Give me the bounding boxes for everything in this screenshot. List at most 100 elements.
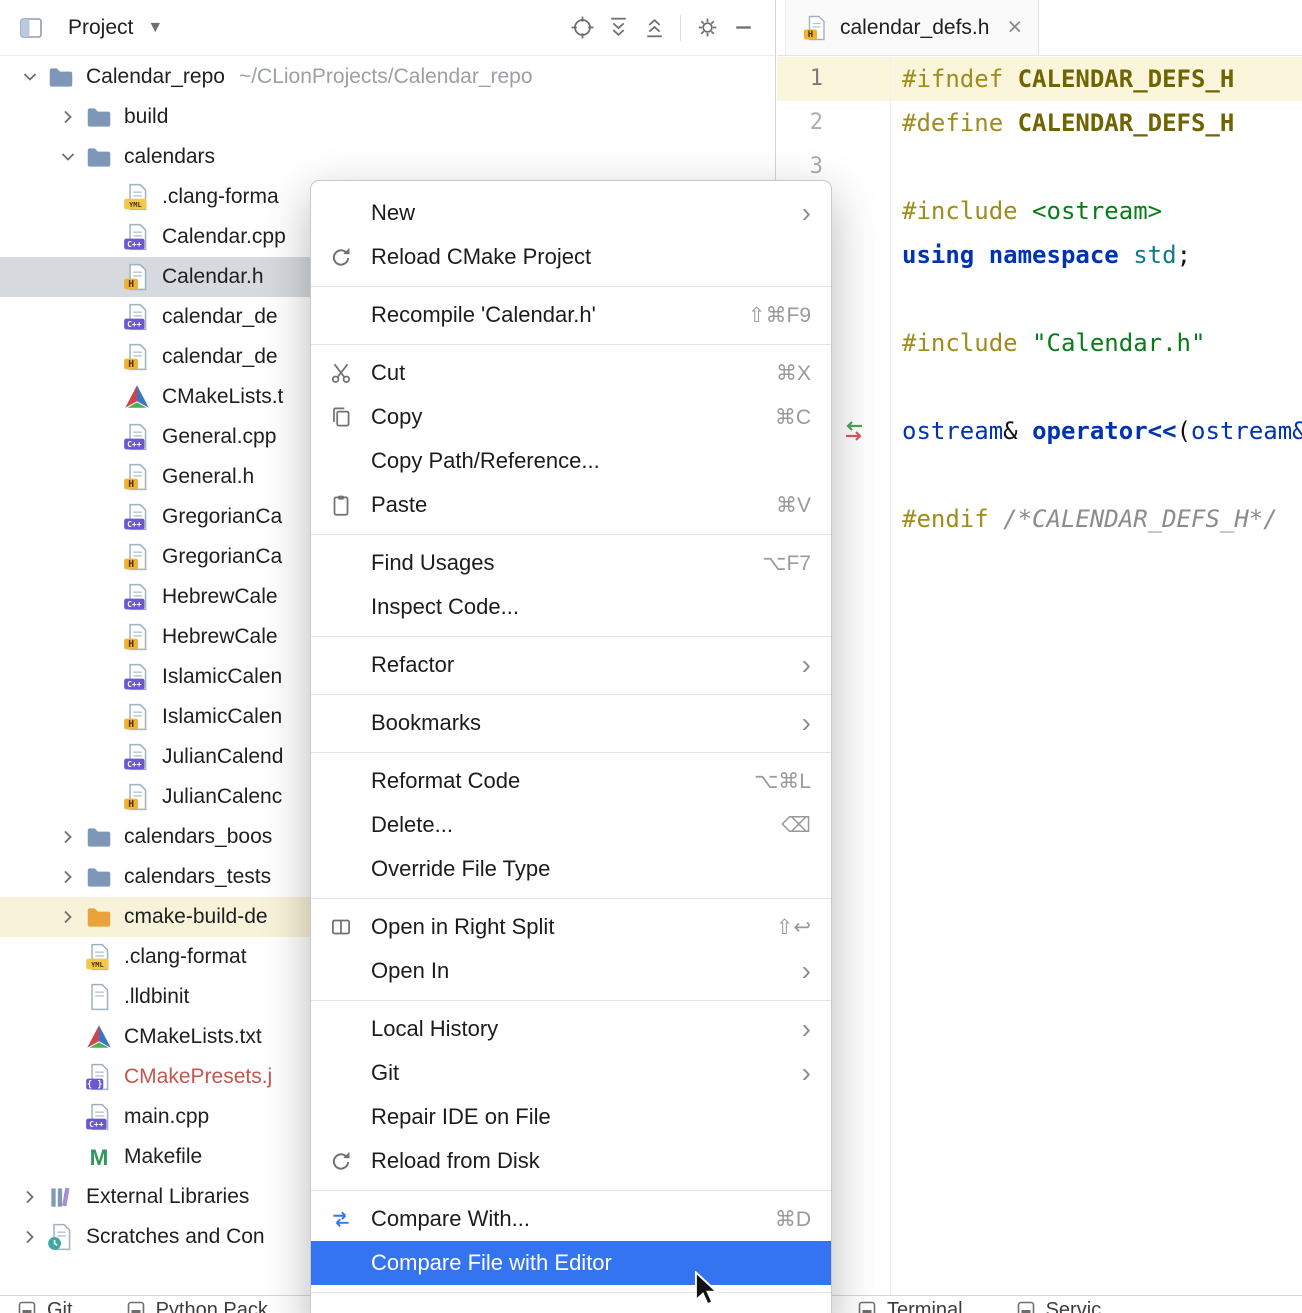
menu-item-paste[interactable]: Paste⌘V (311, 483, 831, 527)
menu-item-label: Refactor (371, 652, 788, 678)
statusbar-item-servic[interactable]: Servic (1015, 1299, 1102, 1313)
menu-item-cut[interactable]: Cut⌘X (311, 351, 831, 395)
code-line[interactable]: 11#endif /*CALENDAR_DEFS_H*/ (777, 497, 1302, 541)
menu-separator (311, 1190, 831, 1191)
menu-item-open-in-right-split[interactable]: Open in Right Split⇧↩ (311, 905, 831, 949)
chevron-right-icon[interactable] (54, 823, 82, 851)
h-icon: H (120, 782, 154, 812)
code-editor[interactable]: 1#ifndef CALENDAR_DEFS_H2#define CALENDA… (777, 57, 1302, 1295)
collapse-all-icon[interactable] (636, 10, 672, 46)
menu-item-find-usages[interactable]: Find Usages⌥F7 (311, 541, 831, 585)
menu-item-copy[interactable]: Copy⌘C (311, 395, 831, 439)
menu-item-compare-file-with-editor[interactable]: Compare File with Editor (311, 1241, 831, 1285)
chevron-right-icon[interactable] (16, 1183, 44, 1211)
code-line[interactable]: 5using namespace std; (777, 233, 1302, 277)
tree-item-label: build (124, 105, 168, 129)
tree-row-calendars[interactable]: calendars (0, 137, 775, 177)
hide-icon[interactable] (725, 10, 761, 46)
menu-item-local-history[interactable]: Local History› (311, 1007, 831, 1051)
menu-item-copy-path-reference[interactable]: Copy Path/Reference... (311, 439, 831, 483)
statusbar-item-python-pack[interactable]: Python Pack (125, 1299, 268, 1313)
menu-shortcut: ⌥⌘L (754, 769, 811, 794)
menu-item-refactor[interactable]: Refactor› (311, 643, 831, 687)
svg-text:YML: YML (91, 961, 104, 969)
folder-icon (44, 62, 78, 92)
tree-row-calendar-repo[interactable]: Calendar_repo~/CLionProjects/Calendar_re… (0, 57, 775, 97)
project-toolbar: Project ▼ (0, 0, 775, 56)
menu-item-bookmarks[interactable]: Bookmarks› (311, 701, 831, 745)
menu-item-label: Local History (371, 1016, 788, 1042)
svg-text:H: H (128, 279, 134, 290)
tree-item-path: ~/CLionProjects/Calendar_repo (239, 65, 533, 89)
chevron-spacer (92, 583, 120, 611)
menu-item-reload-from-disk[interactable]: Reload from Disk (311, 1139, 831, 1183)
chevron-down-icon[interactable] (54, 143, 82, 171)
chevron-spacer (92, 343, 120, 371)
code-line[interactable]: 1#ifndef CALENDAR_DEFS_H (777, 57, 1302, 101)
menu-item-label: Copy Path/Reference... (371, 448, 811, 474)
menu-item-label: Reload from Disk (371, 1148, 811, 1174)
menu-item-recompile-calendar-h[interactable]: Recompile 'Calendar.h'⇧⌘F9 (311, 293, 831, 337)
code-text: #include "Calendar.h" (902, 321, 1205, 365)
chevron-right-icon[interactable] (54, 863, 82, 891)
project-view-title[interactable]: Project (68, 16, 133, 40)
paste-icon (311, 492, 371, 518)
chevron-spacer (92, 543, 120, 571)
locate-icon[interactable] (564, 10, 600, 46)
code-line[interactable]: 8 (777, 365, 1302, 409)
tree-row-build[interactable]: build (0, 97, 775, 137)
menu-item-label: Cut (371, 360, 776, 386)
statusbar-item-terminal[interactable]: Terminal (856, 1299, 963, 1313)
menu-separator (311, 752, 831, 753)
svg-text:C++: C++ (127, 760, 142, 769)
menu-item-compare-with[interactable]: Compare With...⌘D (311, 1197, 831, 1241)
tree-item-label: Makefile (124, 1145, 202, 1169)
menu-item-label: New (371, 200, 788, 226)
cmake-icon (82, 1022, 116, 1052)
cpp-icon: C++ (120, 302, 154, 332)
menu-item-delete[interactable]: Delete...⌫ (311, 803, 831, 847)
menu-separator (311, 534, 831, 535)
menu-item-override-file-type[interactable]: Override File Type (311, 847, 831, 891)
tree-item-label: HebrewCale (162, 625, 278, 649)
tree-item-label: IslamicCalen (162, 665, 282, 689)
menu-item-reformat-code[interactable]: Reformat Code⌥⌘L (311, 759, 831, 803)
code-line[interactable]: 7#include "Calendar.h" (777, 321, 1302, 365)
chevron-spacer (92, 423, 120, 451)
menu-item-new[interactable]: New› (311, 191, 831, 235)
swap-arrows-gutter-icon[interactable] (839, 416, 869, 446)
tab-bar: H calendar_defs.h × (777, 0, 1302, 56)
menu-item-reload-cmake-project[interactable]: Reload CMake Project (311, 235, 831, 279)
tab-title: calendar_defs.h (840, 16, 989, 40)
compare-icon (311, 1206, 371, 1232)
code-line[interactable]: 3 (777, 145, 1302, 189)
menu-item-open-in[interactable]: Open In› (311, 949, 831, 993)
statusbar-item-git[interactable]: Git (16, 1299, 73, 1313)
code-line[interactable]: 4#include <ostream> (777, 189, 1302, 233)
close-icon[interactable]: × (1007, 15, 1022, 40)
menu-item-inspect-code[interactable]: Inspect Code... (311, 585, 831, 629)
tool-window-button-icon (16, 1299, 38, 1313)
chevron-spacer (92, 303, 120, 331)
menu-item-git[interactable]: Git› (311, 1051, 831, 1095)
chevron-spacer (92, 223, 120, 251)
chevron-down-icon[interactable] (16, 63, 44, 91)
menu-item-repair-ide-on-file[interactable]: Repair IDE on File (311, 1095, 831, 1139)
yml-icon: YML (82, 942, 116, 972)
settings-icon[interactable] (689, 10, 725, 46)
chevron-right-icon[interactable] (54, 903, 82, 931)
chevron-down-icon[interactable]: ▼ (147, 19, 163, 37)
code-line[interactable]: 2#define CALENDAR_DEFS_H (777, 101, 1302, 145)
tree-item-label: General.cpp (162, 425, 276, 449)
editor-tab-calendar-defs[interactable]: H calendar_defs.h × (785, 0, 1039, 55)
svg-text:H: H (128, 799, 134, 810)
tree-item-label: calendars (124, 145, 215, 169)
chevron-right-icon[interactable] (16, 1223, 44, 1251)
chevron-right-icon[interactable] (54, 103, 82, 131)
code-line[interactable]: 10 (777, 453, 1302, 497)
folder-icon (82, 142, 116, 172)
svg-text:C++: C++ (127, 680, 142, 689)
menu-shortcut: ⌫ (781, 813, 811, 838)
code-line[interactable]: 6 (777, 277, 1302, 321)
expand-all-icon[interactable] (600, 10, 636, 46)
